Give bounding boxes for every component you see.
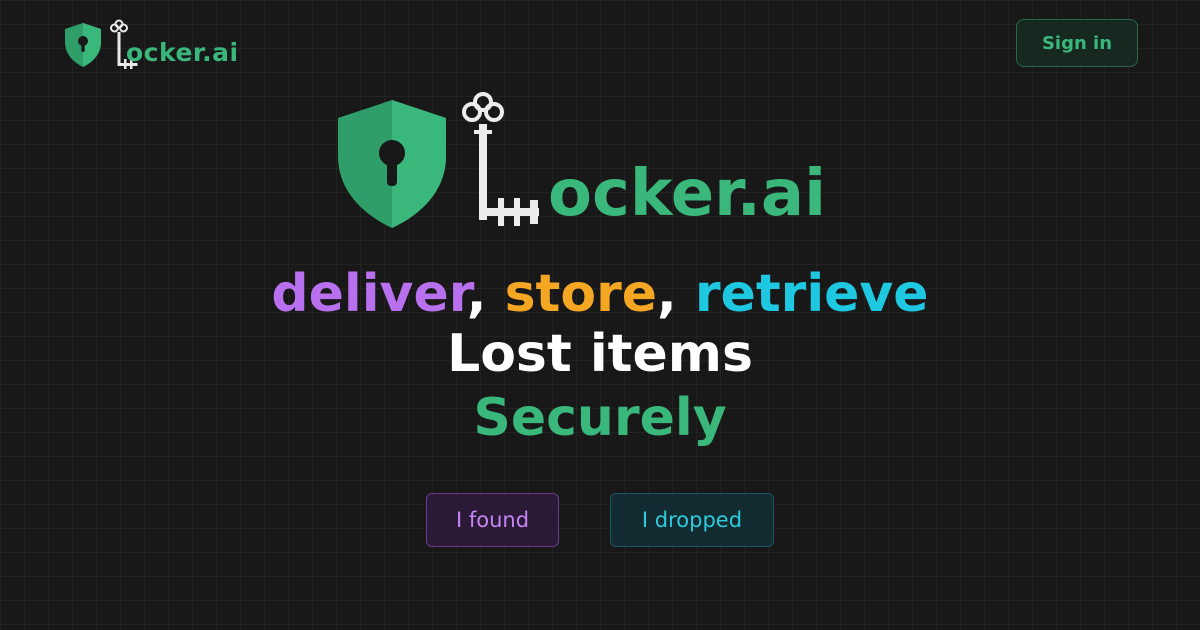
shield-keyhole-icon — [338, 100, 446, 228]
tagline-store: store — [504, 264, 658, 324]
i-found-button[interactable]: I found — [426, 493, 559, 547]
sign-in-button[interactable]: Sign in — [1016, 19, 1138, 67]
skeleton-key-icon — [462, 92, 539, 226]
tagline-retrieve: retrieve — [694, 264, 929, 324]
i-dropped-button[interactable]: I dropped — [610, 493, 774, 547]
hero-logo: ocker.ai — [336, 90, 876, 240]
shield-keyhole-icon — [65, 23, 101, 67]
hero-brand-name: ocker.ai — [548, 157, 827, 231]
tagline-verbs: deliver, store, retrieve — [0, 264, 1200, 324]
tagline-separator: , — [657, 264, 695, 324]
tagline-deliver: deliver — [271, 264, 467, 324]
tagline-securely: Securely — [473, 388, 727, 448]
tagline-separator: , — [466, 264, 505, 324]
header-brand-name: ocker.ai — [126, 38, 239, 67]
tagline-lost-items: Lost items — [447, 324, 753, 384]
